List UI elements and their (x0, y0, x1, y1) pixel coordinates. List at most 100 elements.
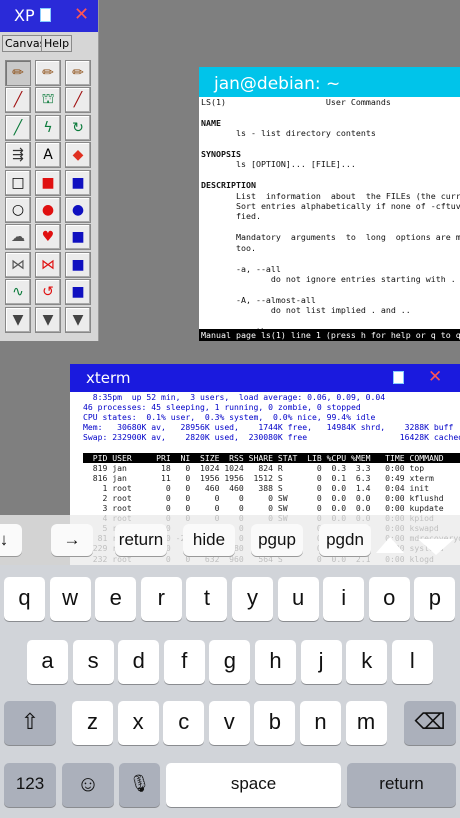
man-line: DESCRIPTION (201, 180, 256, 191)
tool-filled-circle[interactable]: ● (35, 197, 61, 223)
tool-arc[interactable]: ∿ (5, 279, 31, 306)
key-k[interactable]: k (346, 640, 388, 684)
man-line: ls - list directory contents (201, 128, 376, 139)
key-w[interactable]: w (49, 577, 91, 621)
man-line: -A, --almost-all (201, 294, 316, 305)
man-line: do not ignore entries starting with . (201, 273, 456, 284)
scroll-up-icon[interactable] (376, 537, 404, 553)
arrow-icon: ⇶ (12, 147, 24, 164)
key-u[interactable]: u (277, 577, 319, 621)
key-o[interactable]: o (368, 577, 410, 621)
tool-filled-freeform[interactable]: ♥ (35, 224, 61, 251)
blue-freeform-icon: ■ (71, 229, 85, 246)
key-g[interactable]: g (209, 640, 251, 684)
stamp-icon: ▼ (12, 311, 24, 328)
close-icon[interactable]: ✕ (428, 367, 442, 387)
key-b[interactable]: b (254, 701, 296, 745)
key-d[interactable]: d (118, 640, 160, 684)
tool-stamp[interactable]: ▼ (5, 306, 31, 333)
key-m[interactable]: m (345, 701, 387, 745)
key-f[interactable]: f (163, 640, 205, 684)
key-h[interactable]: h (255, 640, 296, 684)
key-c[interactable]: c (163, 701, 205, 745)
key-y[interactable]: y (232, 577, 273, 621)
tool-eraser[interactable]: ╱ (65, 87, 91, 114)
tool-stamp3[interactable]: ▼ (65, 306, 91, 333)
tool-bowtie[interactable]: ⋈ (5, 251, 31, 278)
key-v[interactable]: v (208, 701, 250, 745)
hide-key[interactable]: hide (183, 524, 235, 556)
tool-arrow[interactable]: ⇶ (5, 142, 31, 169)
xpaint-titlebar[interactable]: XP ✕ (0, 0, 98, 32)
shift-icon[interactable]: ⇧ (4, 701, 56, 745)
top-summary-line: 46 processes: 45 sleeping, 1 running, 0 … (83, 402, 361, 413)
text-icon: A (43, 147, 53, 164)
tool-paint-bucket[interactable]: ◆ (65, 142, 91, 169)
circle-icon: ○ (11, 202, 25, 218)
key-s[interactable]: s (72, 640, 114, 684)
space-key[interactable]: space (166, 763, 341, 807)
tool-filled-bowtie[interactable]: ⋈ (35, 251, 61, 278)
tool-circle[interactable]: ○ (5, 197, 31, 223)
tool-blue-bowtie[interactable]: ■ (65, 251, 91, 278)
man-page-content: LS(1) User Commands NAME ls - list direc… (199, 97, 460, 329)
key-p[interactable]: p (414, 577, 456, 621)
tool-blue-rectangle[interactable]: ■ (65, 169, 91, 196)
key-q[interactable]: q (4, 577, 45, 621)
key-l[interactable]: l (391, 640, 433, 684)
xpaint-title: XP (14, 6, 35, 25)
numbers-key[interactable]: 123 (4, 763, 56, 807)
scroll-down-icon[interactable] (418, 539, 454, 555)
right-arrow-key[interactable]: → (51, 524, 93, 556)
xpaint-tool-window: XP ✕ Canvas Help ✏ ✏ ✏ ╱ ⛫ ╱ ╱ ϟ ↻ ⇶ A ◆ □ ■ ■ ○ ● ● ☁ ♥ ■ ⋈ ⋈… (0, 0, 99, 341)
line-icon: ╱ (13, 119, 23, 136)
tool-blue-freeform[interactable]: ■ (65, 224, 91, 251)
tool-rotate[interactable]: ↻ (65, 114, 91, 141)
tool-brush[interactable]: ✏ (35, 60, 61, 86)
emoji-icon[interactable]: ☺ (62, 763, 114, 807)
man-line: List information about the FILEs (the cu… (201, 190, 460, 201)
tool-blue-arc[interactable]: ■ (65, 279, 91, 306)
tool-line[interactable]: ╱ (5, 114, 31, 141)
return-key[interactable]: return (347, 763, 456, 807)
tool-filled-arc[interactable]: ↺ (35, 279, 61, 306)
top-summary-line: 8:35pm up 52 min, 3 users, load average:… (83, 392, 386, 402)
return-accessory-key[interactable]: return (115, 524, 167, 556)
menu-help[interactable]: Help (41, 35, 73, 52)
xterm-titlebar[interactable]: xterm ✕ (70, 364, 460, 392)
blue-arc-icon: ■ (71, 284, 85, 301)
tool-polyline[interactable]: ϟ (35, 114, 61, 141)
close-icon[interactable]: ✕ (74, 4, 89, 25)
microphone-icon[interactable]: 🎙 (119, 763, 160, 807)
key-j[interactable]: j (300, 640, 342, 684)
key-e[interactable]: e (95, 577, 137, 621)
tool-fill[interactable]: ⛫ (35, 87, 61, 114)
tool-freeform[interactable]: ☁ (5, 224, 31, 251)
key-i[interactable]: i (323, 577, 365, 621)
tool-text[interactable]: A (35, 142, 61, 169)
pgdn-key[interactable]: pgdn (319, 524, 371, 556)
key-r[interactable]: r (140, 577, 182, 621)
dropper-icon: ╱ (13, 92, 23, 109)
key-n[interactable]: n (300, 701, 341, 745)
man-titlebar[interactable]: jan@debian: ~ (199, 67, 460, 97)
file-icon (40, 8, 51, 22)
man-line: NAME (201, 117, 221, 128)
key-z[interactable]: z (72, 701, 113, 745)
down-arrow-key[interactable]: ↓ (0, 524, 22, 556)
backspace-icon[interactable]: ⌫ (404, 701, 456, 745)
tool-filled-rectangle[interactable]: ■ (35, 169, 61, 196)
key-a[interactable]: a (27, 640, 68, 684)
key-x[interactable]: x (117, 701, 159, 745)
tool-dropper[interactable]: ╱ (5, 87, 31, 114)
tool-pencil[interactable]: ✏ (5, 60, 31, 86)
key-t[interactable]: t (186, 577, 228, 621)
tool-stamp2[interactable]: ▼ (35, 306, 61, 333)
arc-icon: ∿ (12, 284, 24, 301)
pgup-key[interactable]: pgup (251, 524, 303, 556)
rectangle-icon: □ (11, 174, 25, 191)
filled-circle-icon: ● (41, 202, 55, 218)
tool-blue-circle[interactable]: ● (65, 197, 91, 223)
tool-rectangle[interactable]: □ (5, 169, 31, 196)
tool-spraycan[interactable]: ✏ (65, 60, 91, 86)
